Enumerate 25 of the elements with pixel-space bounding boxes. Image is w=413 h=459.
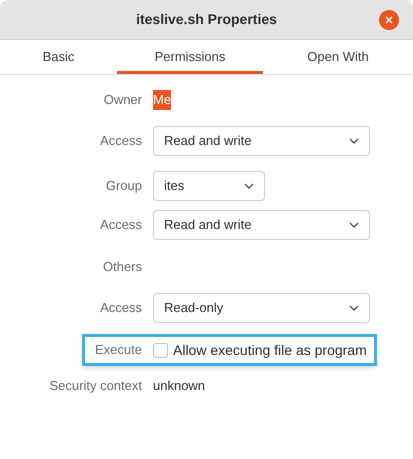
tab[interactable]: Open With (263, 40, 413, 74)
chevron-down-icon (349, 305, 359, 311)
field-label: Access (100, 132, 142, 150)
field-value: unknown (153, 377, 206, 396)
field-label: Others (102, 258, 142, 276)
window-title: iteslive.sh Properties (136, 10, 277, 29)
chevron-down-icon (349, 138, 359, 144)
chevron-down-icon (244, 183, 254, 189)
dropdown[interactable]: Read-only (153, 293, 370, 323)
field-label: Owner (104, 91, 142, 110)
field-label: Access (100, 216, 142, 234)
tab[interactable]: Basic (0, 40, 117, 74)
field-label: Access (100, 299, 142, 318)
checkbox[interactable]: Allow executing file as program (153, 340, 367, 360)
dropdown[interactable]: ites (153, 171, 265, 201)
close-icon (385, 16, 393, 24)
field-label: Execute (95, 341, 142, 360)
chevron-down-icon (349, 222, 359, 228)
dropdown[interactable]: Read and write (153, 210, 370, 240)
dropdown[interactable]: Read and write (153, 126, 370, 156)
field-value: Me (153, 90, 172, 110)
field-label: Group (106, 177, 142, 196)
tab[interactable]: Permissions (117, 40, 263, 74)
field-label: Security context (50, 377, 142, 396)
close-button[interactable] (379, 10, 399, 30)
